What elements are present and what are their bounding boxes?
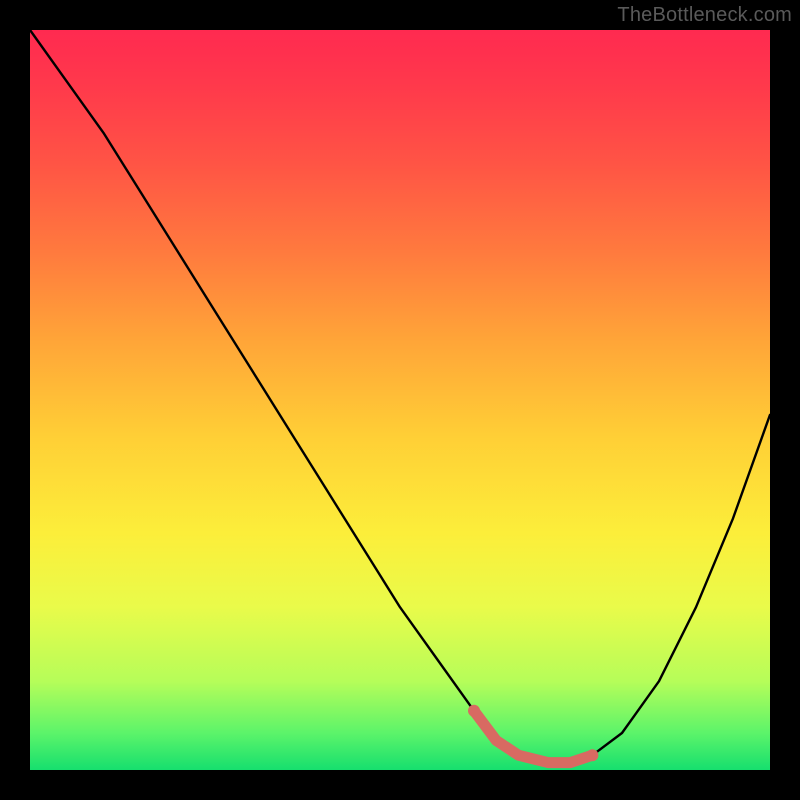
chart-frame: TheBottleneck.com xyxy=(0,0,800,800)
highlight-dot-left xyxy=(468,705,480,717)
curve-overlay xyxy=(0,0,800,800)
highlight-dot-right xyxy=(586,749,598,761)
bottleneck-highlight-segment xyxy=(474,711,592,763)
bottleneck-curve xyxy=(30,30,770,763)
